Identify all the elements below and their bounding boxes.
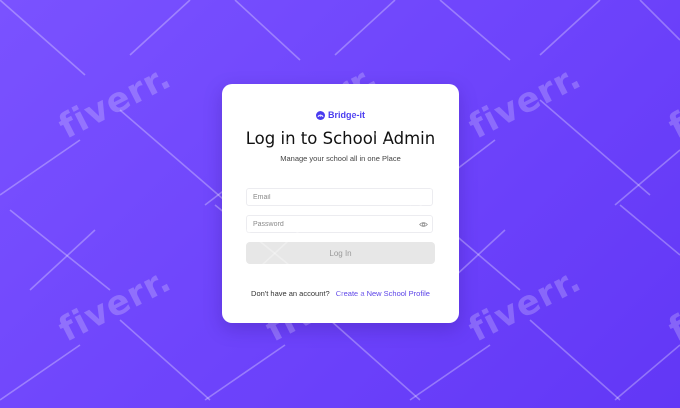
password-field[interactable] [246,215,433,233]
signup-prompt: Don't have an account? [251,289,330,298]
login-card: Bridge-it Log in to School Admin Manage … [222,84,459,323]
email-field[interactable] [246,188,433,206]
watermark-text: fiverr. [462,259,588,351]
create-school-profile-link[interactable]: Create a New School Profile [336,289,430,298]
email-input[interactable] [253,189,413,205]
brand-name: Bridge-it [328,110,365,120]
brand: Bridge-it [222,109,459,121]
bridge-logo-icon [316,110,325,120]
page-title: Log in to School Admin [245,129,436,148]
watermark-text: fiverr. [52,259,178,351]
watermark-text: fiverr. [462,56,588,148]
signup-row: Don't have an account? Create a New Scho… [222,289,459,298]
page-subtitle: Manage your school all in one Place [280,154,401,163]
eye-icon[interactable] [419,220,428,229]
password-input[interactable] [253,216,413,232]
login-button[interactable]: Log In [246,242,435,264]
watermark-text: fiverr. [52,56,178,148]
watermark-text: fiverr. [662,259,680,351]
watermark-text: fiverr. [662,56,680,148]
